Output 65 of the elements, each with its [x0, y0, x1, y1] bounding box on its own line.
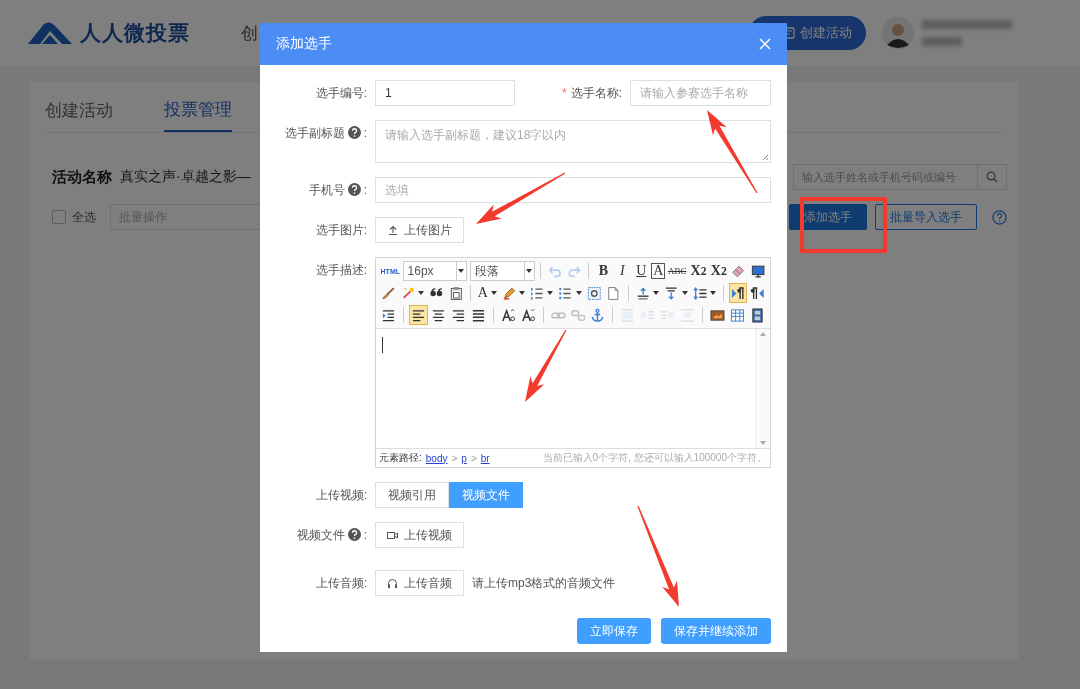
path-link[interactable]: br — [480, 452, 490, 464]
search-button[interactable] — [978, 164, 1007, 190]
help-icon[interactable] — [992, 209, 1007, 225]
upload-icon — [387, 225, 398, 235]
highlighter-icon — [501, 285, 517, 301]
field-label: 上传视频: — [314, 487, 367, 504]
field-label: 上传音频: — [314, 575, 367, 592]
field-label: 选手名称: — [570, 84, 622, 102]
format-button[interactable]: A — [476, 283, 499, 303]
number-field[interactable]: 1 — [375, 80, 515, 106]
field-label: 选手描述: — [314, 262, 367, 279]
upload-video-button[interactable]: 上传视频 — [375, 522, 464, 548]
path-separator: > — [470, 452, 477, 464]
field-label: 选手编号: — [314, 85, 367, 102]
audio-hint: 请上传mp3格式的音频文件 — [472, 574, 616, 592]
label-colon: : — [363, 182, 367, 199]
character-count: 当前已输入0个字符, 您还可以输入100000个字符。 — [542, 451, 767, 465]
activity-label: 活动名称 — [52, 167, 112, 187]
ordered-list-icon — [530, 285, 545, 301]
path-label: 元素路径: — [379, 451, 422, 465]
help-icon — [347, 126, 361, 139]
toolbar-dropdown[interactable]: 16px — [402, 261, 467, 281]
vertical-align-icon — [664, 285, 679, 301]
path-link[interactable]: p — [461, 452, 467, 464]
format-button[interactable]: A — [651, 263, 666, 279]
format-button[interactable]: I — [613, 261, 632, 281]
align-top-icon — [635, 285, 651, 301]
align-left-icon[interactable] — [408, 305, 428, 325]
line-height-icon — [692, 285, 707, 301]
wand-icon — [400, 285, 415, 301]
path-link[interactable]: body — [425, 452, 448, 464]
format-button[interactable]: B — [594, 261, 613, 281]
upload-audio-button[interactable]: 上传音频 — [375, 570, 464, 596]
headphones-icon — [387, 577, 398, 589]
scrollbar[interactable] — [755, 329, 770, 448]
close-icon[interactable] — [759, 38, 771, 50]
checkbox-label: 全选 — [72, 208, 96, 226]
help-icon — [347, 528, 361, 541]
activity-name: 真实之声·卓越之影— — [120, 168, 251, 186]
segment-option[interactable]: 视频引用 — [375, 482, 449, 508]
format-button[interactable]: U — [632, 261, 651, 281]
bullet-list-icon — [558, 285, 573, 301]
video-camera-icon — [387, 530, 398, 540]
text-cursor — [382, 337, 383, 353]
dialog-title: 添加选手 — [276, 35, 332, 53]
field-label: 手机号 — [308, 182, 345, 199]
logo-text: 人人微投票 — [80, 20, 190, 46]
format-button[interactable]: ABC — [666, 261, 688, 281]
logo-icon — [28, 22, 72, 44]
toolbar-dropdown[interactable]: 段落 — [469, 261, 535, 281]
label-colon: : — [363, 125, 367, 142]
avatar-icon[interactable] — [882, 17, 914, 49]
field-label: 选手图片: — [314, 222, 367, 239]
left-to-right-icon[interactable] — [728, 283, 748, 303]
resize-grip-icon[interactable] — [762, 154, 769, 161]
nav-link[interactable]: 创 — [241, 21, 258, 45]
upload-image-button[interactable]: 上传图片 — [375, 217, 464, 243]
field-label: 选手副标题 — [284, 125, 345, 142]
help-icon — [347, 183, 361, 196]
search-icon — [986, 171, 998, 183]
path-separator: > — [451, 452, 458, 464]
required-mark: * — [562, 86, 567, 100]
label-colon: : — [363, 527, 367, 544]
field-label: 视频文件 — [296, 527, 345, 544]
select-all-checkbox[interactable] — [52, 210, 66, 224]
